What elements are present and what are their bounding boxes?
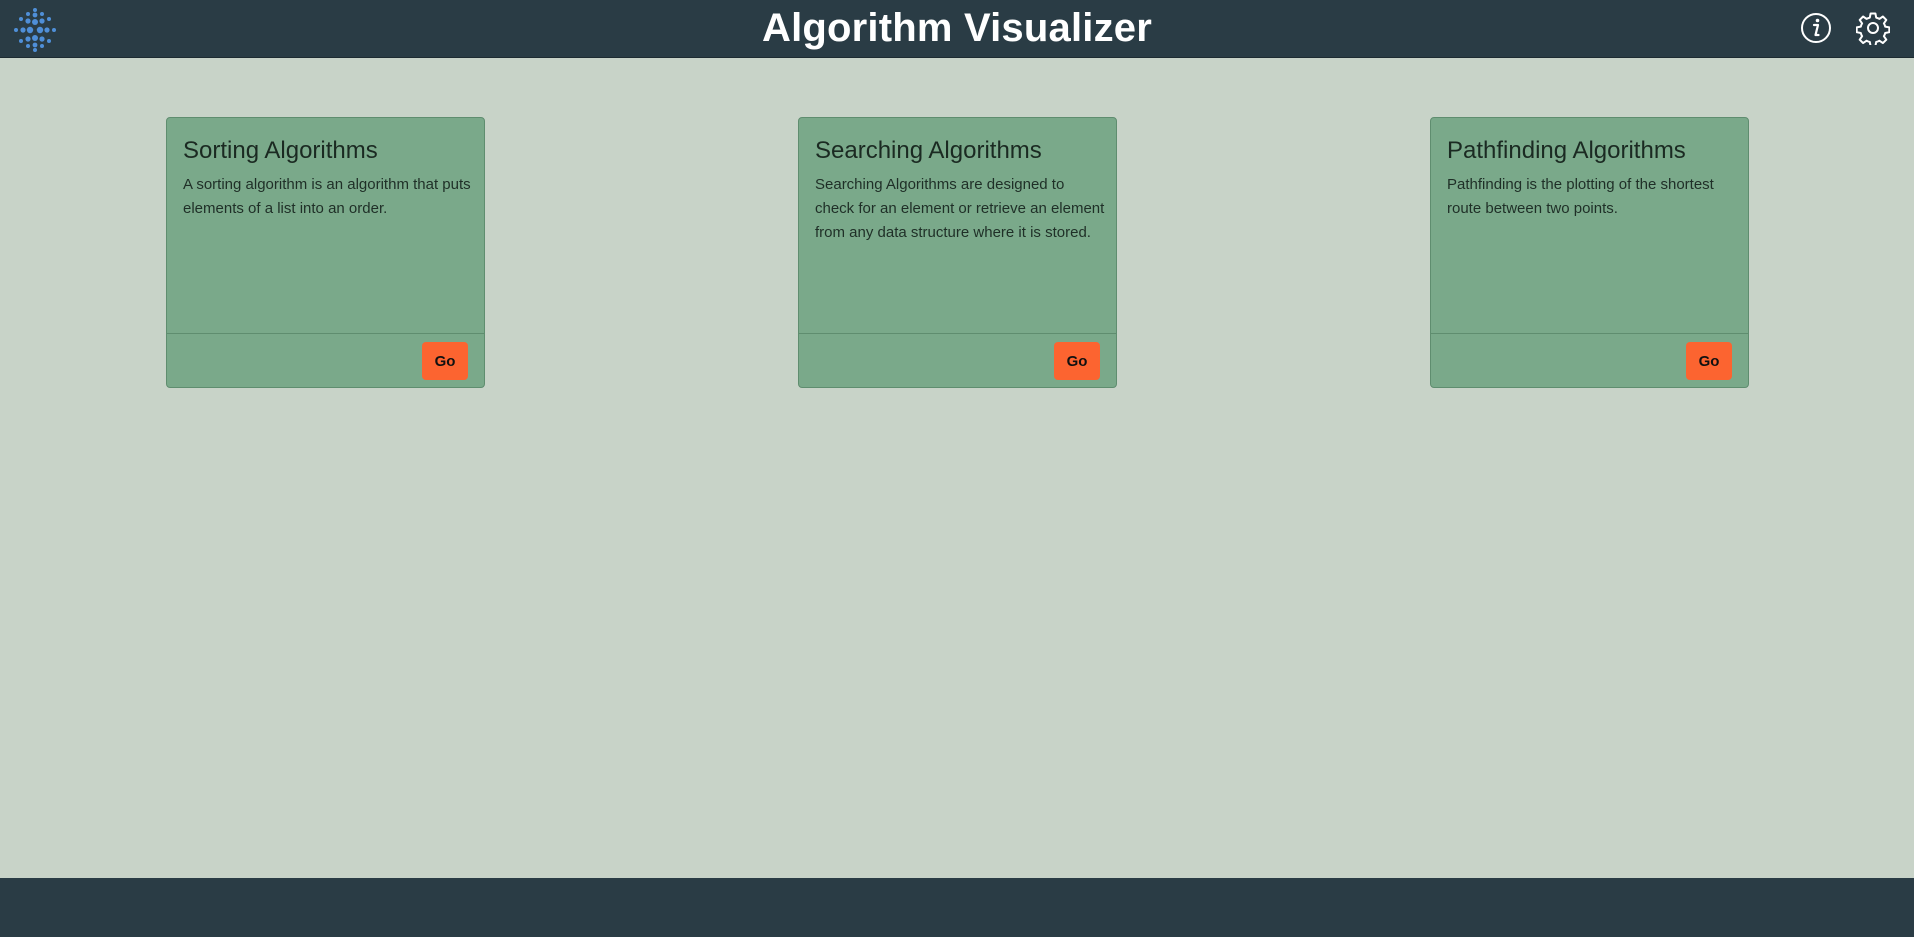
card-title: Searching Algorithms [815, 137, 1042, 164]
card-description: Pathfinding is the plotting of the short… [1447, 176, 1714, 217]
go-button-pathfinding[interactable]: Go [1686, 342, 1732, 380]
card-title: Sorting Algorithms [183, 137, 378, 164]
card-title: Pathfinding Algorithms [1447, 137, 1686, 164]
card-description: A sorting algorithm is an algorithm that… [183, 176, 471, 217]
card-divider [799, 333, 1116, 334]
info-icon[interactable] [1799, 11, 1833, 45]
card-sorting: Sorting Algorithms A sorting algorithm i… [166, 117, 485, 388]
card-divider [167, 333, 484, 334]
go-button-sorting[interactable]: Go [422, 342, 468, 380]
card-searching: Searching Algorithms Searching Algorithm… [798, 117, 1117, 388]
go-button-searching[interactable]: Go [1054, 342, 1100, 380]
card-description: Searching Algorithms are designed to che… [815, 176, 1105, 241]
page-footer [0, 878, 1914, 937]
top-navbar: Algorithm Visualizer [0, 0, 1914, 58]
gear-icon[interactable] [1856, 11, 1890, 45]
card-pathfinding: Pathfinding Algorithms Pathfinding is th… [1430, 117, 1749, 388]
app-title: Algorithm Visualizer [761, 6, 1152, 50]
card-divider [1431, 333, 1748, 334]
